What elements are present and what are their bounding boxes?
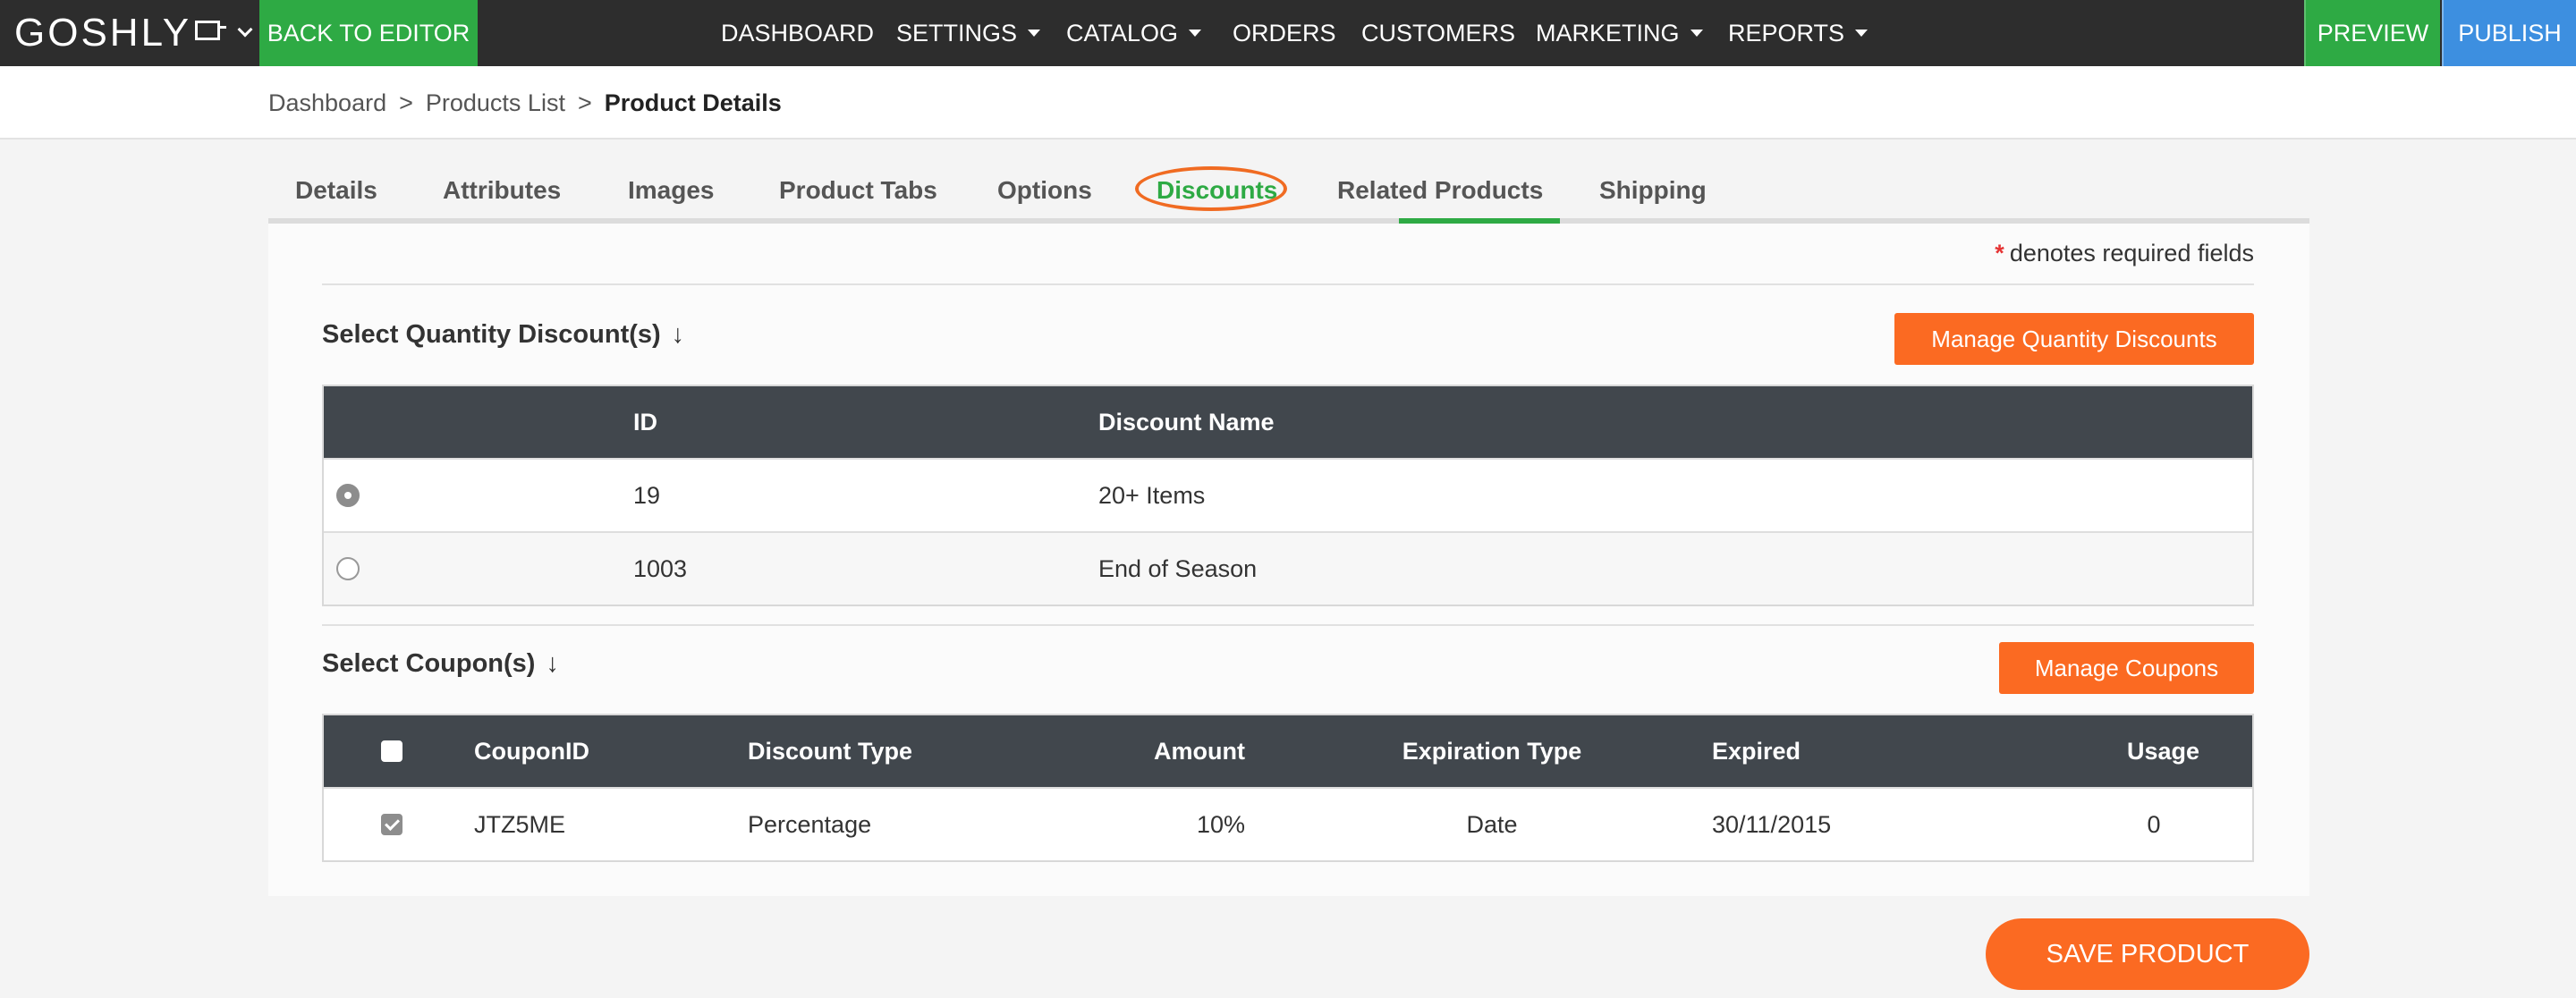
breadcrumb: Dashboard > Products List > Product Deta… — [268, 66, 782, 140]
table-row[interactable]: JTZ5ME Percentage 10% Date 30/11/2015 0 — [324, 787, 2252, 860]
discount-id: 1003 — [633, 554, 688, 582]
discount-id: 19 — [633, 481, 661, 509]
caret-down-icon — [1189, 30, 1202, 37]
coupon-expired: 30/11/2015 — [1712, 810, 1832, 838]
tab-options[interactable]: Options — [997, 163, 1092, 218]
coupon-usage: 0 — [2147, 810, 2161, 838]
quantity-discounts-table: ID Discount Name 19 20+ Items 1003 End o… — [322, 385, 2254, 606]
nav-customers-label: CUSTOMERS — [1361, 19, 1516, 47]
breadcrumb-bar: Dashboard > Products List > Product Deta… — [0, 66, 2576, 140]
breadcrumb-separator: > — [577, 89, 592, 116]
column-header-discount-name: Discount Name — [1098, 408, 1275, 436]
coupons-title-text: Select Coupon(s) — [322, 649, 536, 678]
coupon-id: JTZ5ME — [474, 810, 566, 838]
nav-dashboard-label: DASHBOARD — [721, 19, 875, 47]
preview-button[interactable]: PREVIEW — [2304, 0, 2440, 66]
table-header: CouponID Discount Type Amount Expiration… — [324, 715, 2252, 787]
top-navigation-bar: GOSHLY BACK TO EDITOR DASHBOARD SETTINGS… — [0, 0, 2576, 66]
column-header-coupon-id: CouponID — [474, 737, 589, 765]
divider — [322, 624, 2254, 626]
nav-marketing-label: MARKETING — [1536, 19, 1680, 47]
logo-chat-icon — [195, 21, 227, 40]
highlight-ring — [1135, 166, 1287, 211]
tab-images[interactable]: Images — [628, 163, 715, 218]
product-tabs: Details Attributes Images Product Tabs O… — [268, 163, 2309, 224]
required-star: * — [1995, 240, 2004, 266]
column-header-expired: Expired — [1712, 737, 1801, 765]
table-row[interactable]: 19 20+ Items — [324, 458, 2252, 531]
caret-down-icon — [1028, 30, 1041, 37]
discount-name: End of Season — [1098, 554, 1258, 582]
nav-settings-label: SETTINGS — [896, 19, 1018, 47]
discount-name: 20+ Items — [1098, 481, 1206, 509]
arrow-down-icon: ↓ — [671, 320, 685, 349]
nav-reports-label: REPORTS — [1728, 19, 1845, 47]
chevron-down-icon[interactable] — [237, 21, 253, 38]
back-to-editor-button[interactable]: BACK TO EDITOR — [259, 0, 478, 66]
quantity-discounts-title: Select Quantity Discount(s) ↓ — [322, 320, 684, 350]
coupon-discount-type: Percentage — [748, 810, 872, 838]
column-header-amount: Amount — [1154, 737, 1245, 765]
caret-down-icon — [1855, 30, 1868, 37]
nav-settings[interactable]: SETTINGS — [896, 0, 1041, 66]
column-header-discount-type: Discount Type — [748, 737, 913, 765]
column-header-id: ID — [633, 408, 657, 436]
coupons-table: CouponID Discount Type Amount Expiration… — [322, 714, 2254, 862]
publish-button[interactable]: PUBLISH — [2442, 0, 2576, 66]
table-row[interactable]: 1003 End of Season — [324, 531, 2252, 605]
coupon-amount: 10% — [1196, 810, 1245, 838]
table-header: ID Discount Name — [324, 386, 2252, 458]
discount-radio[interactable] — [336, 557, 360, 580]
nav-reports[interactable]: REPORTS — [1728, 0, 1868, 66]
arrow-down-icon: ↓ — [546, 649, 559, 678]
nav-catalog[interactable]: CATALOG — [1066, 0, 1202, 66]
goshly-logo[interactable]: GOSHLY — [14, 0, 253, 66]
breadcrumb-dashboard[interactable]: Dashboard — [268, 89, 386, 117]
tab-details[interactable]: Details — [295, 163, 377, 218]
tab-product-tabs[interactable]: Product Tabs — [779, 163, 937, 218]
manage-quantity-discounts-button[interactable]: Manage Quantity Discounts — [1894, 313, 2254, 365]
tab-attributes[interactable]: Attributes — [443, 163, 561, 218]
nav-catalog-label: CATALOG — [1066, 19, 1179, 47]
nav-marketing[interactable]: MARKETING — [1536, 0, 1703, 66]
coupon-checkbox-checked[interactable] — [381, 814, 402, 835]
breadcrumb-current: Product Details — [604, 89, 782, 116]
column-header-usage: Usage — [2127, 737, 2200, 765]
required-fields-note: * denotes required fields — [1995, 240, 2254, 267]
coupons-title: Select Coupon(s) ↓ — [322, 649, 559, 679]
quantity-discounts-title-text: Select Quantity Discount(s) — [322, 320, 661, 349]
caret-down-icon — [1690, 30, 1703, 37]
nav-orders[interactable]: ORDERS — [1233, 0, 1336, 66]
tab-related-products[interactable]: Related Products — [1337, 163, 1543, 218]
nav-dashboard[interactable]: DASHBOARD — [721, 0, 874, 66]
logo-text: GOSHLY — [14, 11, 192, 55]
nav-customers[interactable]: CUSTOMERS — [1361, 0, 1515, 66]
tab-shipping[interactable]: Shipping — [1599, 163, 1707, 218]
coupon-expiration-type: Date — [1466, 810, 1518, 838]
nav-orders-label: ORDERS — [1233, 19, 1336, 47]
save-product-button[interactable]: SAVE PRODUCT — [1986, 918, 2309, 990]
discount-radio-selected[interactable] — [336, 484, 360, 507]
divider — [322, 283, 2254, 285]
breadcrumb-products-list[interactable]: Products List — [426, 89, 565, 117]
breadcrumb-separator: > — [399, 89, 413, 116]
column-header-expiration-type: Expiration Type — [1402, 737, 1582, 765]
discounts-panel: * denotes required fields Select Quantity… — [268, 224, 2309, 896]
manage-coupons-button[interactable]: Manage Coupons — [1999, 642, 2254, 694]
select-all-checkbox[interactable] — [381, 740, 402, 762]
required-note-text: denotes required fields — [2009, 240, 2254, 266]
